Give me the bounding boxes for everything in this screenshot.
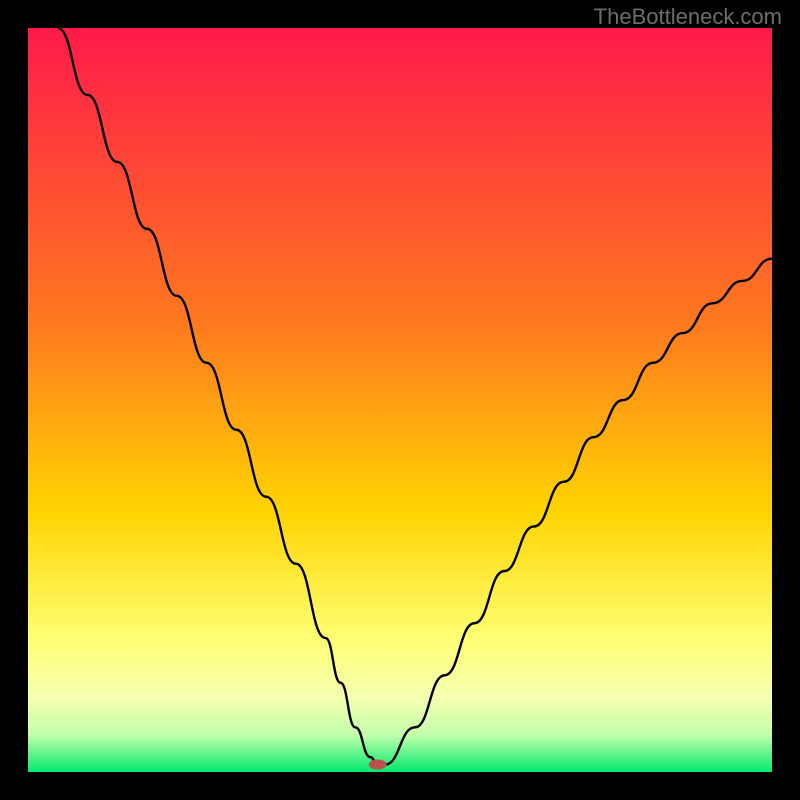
chart-svg <box>28 28 772 772</box>
chart-background <box>28 28 772 772</box>
chart-plot-area <box>28 28 772 772</box>
watermark-text: TheBottleneck.com <box>594 4 782 30</box>
minimum-marker <box>369 760 387 770</box>
